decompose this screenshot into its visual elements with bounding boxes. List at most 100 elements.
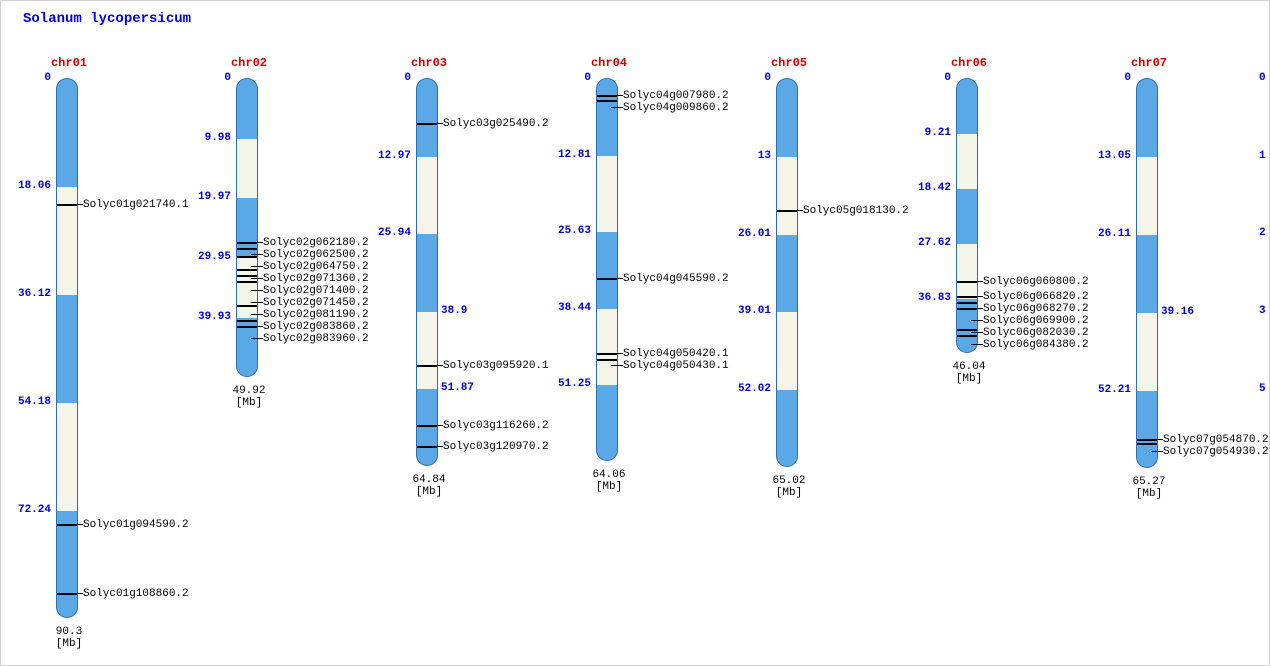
chromosome-body-wrap <box>776 78 798 467</box>
axis-tick-label: 39.16 <box>1161 306 1206 318</box>
axis-tick-label: 13.05 <box>1086 150 1131 162</box>
axis-tick-label: 18.06 <box>6 180 51 192</box>
axis-tick-label: 25.94 <box>366 227 411 239</box>
gene-connector <box>971 281 983 283</box>
gene-label: Solyc01g021740.1 <box>83 199 189 211</box>
gene-connector <box>791 210 803 212</box>
chromosome-name: chr07 <box>1129 56 1169 70</box>
axis-tick-label: 26.01 <box>726 228 771 240</box>
gene-connector <box>611 278 623 280</box>
gene-marker <box>237 275 257 277</box>
chromosome-band <box>957 244 977 299</box>
gene-connector <box>1151 451 1163 453</box>
chromosome-band <box>1137 157 1157 235</box>
axis-tick-label: 29.95 <box>186 251 231 263</box>
gene-label: Solyc02g071450.2 <box>263 297 369 309</box>
gene-marker <box>237 320 257 322</box>
gene-connector <box>71 204 83 206</box>
gene-label: Solyc02g083860.2 <box>263 321 369 333</box>
axis-tick-label: 9.98 <box>186 132 231 144</box>
axis-tick-label: 12.97 <box>366 150 411 162</box>
gene-marker <box>957 335 977 337</box>
gene-label: Solyc05g018130.2 <box>803 205 909 217</box>
species-title: Solanum lycopersicum <box>23 11 191 27</box>
gene-marker <box>957 329 977 331</box>
gene-label: Solyc03g025490.2 <box>443 118 549 130</box>
chromosome-band <box>597 309 617 386</box>
gene-connector <box>611 95 623 97</box>
chromosome-name: chr04 <box>589 56 629 70</box>
gene-label: Solyc06g084380.2 <box>983 339 1089 351</box>
chromosome-name: chr01 <box>49 56 89 70</box>
gene-connector <box>251 338 263 340</box>
gene-label: Solyc06g082030.2 <box>983 327 1089 339</box>
gene-connector <box>431 123 443 125</box>
gene-connector <box>251 326 263 328</box>
chromosome-size-label: 46.04[Mb] <box>939 361 999 385</box>
chromosome-band <box>1137 313 1157 391</box>
gene-label: Solyc01g108860.2 <box>83 588 189 600</box>
gene-label: Solyc02g081190.2 <box>263 309 369 321</box>
gene-label: Solyc02g071400.2 <box>263 285 369 297</box>
chromosome-map-frame: Solanum lycopersicum chr01 0 18.06 36.12 54.… <box>0 0 1270 666</box>
gene-label: Solyc04g050430.1 <box>623 360 729 372</box>
axis-tick-label: 39.93 <box>186 311 231 323</box>
gene-connector <box>251 266 263 268</box>
chromosome-body-wrap <box>956 78 978 353</box>
gene-marker <box>1137 443 1157 445</box>
axis-tick-label: 0 <box>1259 72 1270 84</box>
gene-marker <box>237 305 257 307</box>
gene-label: Solyc01g094590.2 <box>83 519 189 531</box>
chromosome-name: chr02 <box>229 56 269 70</box>
gene-label: Solyc04g007980.2 <box>623 90 729 102</box>
gene-connector <box>1151 439 1163 441</box>
gene-connector <box>251 278 263 280</box>
chromosome-name: chr05 <box>769 56 809 70</box>
chromosome-body-wrap <box>56 78 78 618</box>
gene-label: Solyc02g071360.2 <box>263 273 369 285</box>
axis-tick-label: 0 <box>906 72 951 84</box>
gene-label: Solyc04g009860.2 <box>623 102 729 114</box>
gene-label: Solyc02g083960.2 <box>263 333 369 345</box>
chromosome-body-wrap <box>596 78 618 461</box>
chromosome-band <box>957 134 977 189</box>
gene-marker <box>237 256 257 258</box>
gene-marker <box>237 248 257 250</box>
axis-tick-label: 9.21 <box>906 127 951 139</box>
axis-tick-label: 1 <box>1259 150 1270 162</box>
chromosome-body <box>776 78 798 467</box>
axis-tick-label: 5 <box>1259 383 1270 395</box>
axis-tick-label: 3 <box>1259 305 1270 317</box>
axis-tick-label: 0 <box>1086 72 1131 84</box>
gene-label: Solyc06g069900.2 <box>983 315 1089 327</box>
axis-tick-label: 51.87 <box>441 382 486 394</box>
axis-tick-label: 19.97 <box>186 191 231 203</box>
gene-label: Solyc04g050420.1 <box>623 348 729 360</box>
axis-tick-label: 36.83 <box>906 292 951 304</box>
axis-tick-label: 54.18 <box>6 396 51 408</box>
axis-tick-label: 52.02 <box>726 383 771 395</box>
gene-label: Solyc06g066820.2 <box>983 291 1089 303</box>
gene-connector <box>971 332 983 334</box>
axis-tick-label: 38.44 <box>546 302 591 314</box>
axis-tick-label: 52.21 <box>1086 384 1131 396</box>
axis-tick-label: 72.24 <box>6 504 51 516</box>
chromosome-body <box>956 78 978 353</box>
gene-connector <box>611 353 623 355</box>
chromosome-body <box>416 78 438 466</box>
chromosome-band <box>237 139 257 199</box>
gene-label: Solyc02g064750.2 <box>263 261 369 273</box>
gene-connector <box>971 296 983 298</box>
gene-connector <box>251 242 263 244</box>
gene-label: Solyc04g045590.2 <box>623 273 729 285</box>
gene-label: Solyc03g116260.2 <box>443 420 549 432</box>
gene-label: Solyc06g060800.2 <box>983 276 1089 288</box>
gene-connector <box>431 425 443 427</box>
chromosome-band <box>417 312 437 390</box>
chromosome-body-wrap <box>416 78 438 466</box>
chromosome-name: chr03 <box>409 56 449 70</box>
axis-tick-label: 36.12 <box>6 288 51 300</box>
axis-tick-label: 13 <box>726 150 771 162</box>
gene-connector <box>251 314 263 316</box>
gene-marker <box>237 269 257 271</box>
